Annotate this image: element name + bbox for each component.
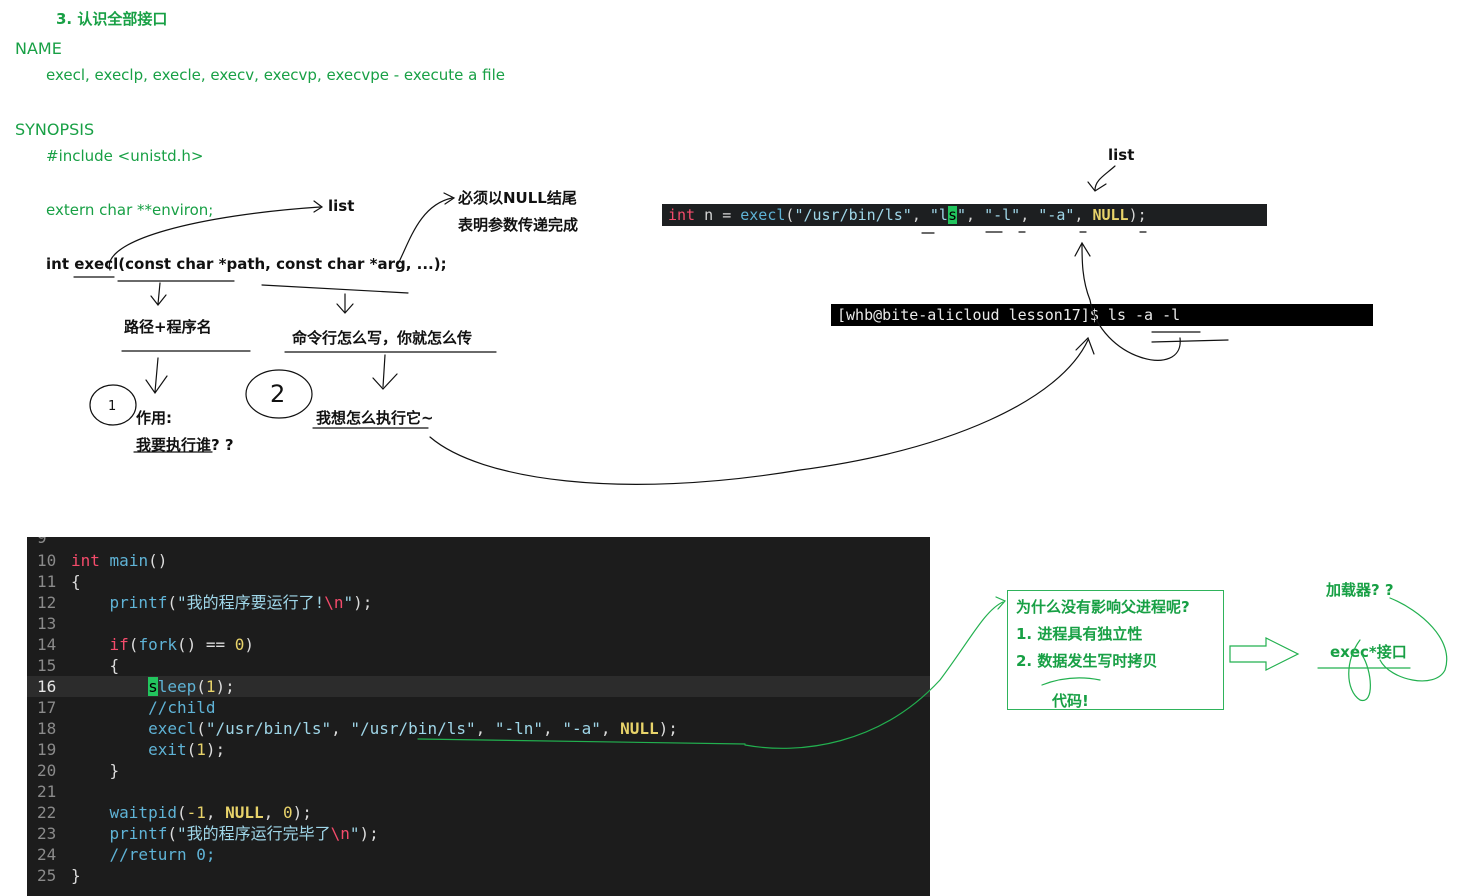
code-line: } <box>71 761 120 780</box>
line-number: 20 <box>37 761 57 780</box>
code-line: { <box>71 572 81 591</box>
arrow-down-how <box>382 354 386 388</box>
loader-note: 加载器? ? <box>1326 581 1394 599</box>
editor-row-current: 16 sleep(1); <box>27 676 930 697</box>
editor-row: 17 //child <box>27 697 930 718</box>
list-label-right: list <box>1108 146 1135 164</box>
arrow-down-purpose <box>154 357 159 393</box>
execl-code-snippet: int n = execl("/usr/bin/ls", "ls", "-l",… <box>662 204 1267 226</box>
cmdline-label: 命令行怎么写，你就怎么传 <box>292 329 473 347</box>
editor-row: 11 { <box>27 571 930 592</box>
editor-row: 15 { <box>27 655 930 676</box>
exec-interface-note: exec*接口 <box>1330 643 1407 661</box>
code-line: printf("我的程序运行完毕了\n"); <box>109 824 379 843</box>
reason-1-note: 1. 进程具有独立性 <box>1016 625 1143 643</box>
line-number: 21 <box>37 782 57 801</box>
null-note-line1: 必须以NULL结尾 <box>458 189 577 207</box>
line-number: 13 <box>37 614 57 633</box>
code-line: execl("/usr/bin/ls", "/usr/bin/ls", "-ln… <box>148 719 678 738</box>
list-label-left: list <box>328 197 355 215</box>
line-number: 12 <box>37 593 57 612</box>
name-header: NAME <box>15 39 62 58</box>
code-line: printf("我的程序要运行了!\n"); <box>109 593 373 612</box>
name-text: execl, execlp, execle, execv, execvp, ex… <box>46 66 505 84</box>
question-note: 为什么没有影响父进程呢? <box>1016 598 1190 616</box>
line-number: 10 <box>37 551 57 570</box>
editor-row: 18 execl("/usr/bin/ls", "/usr/bin/ls", "… <box>27 718 930 739</box>
line-number: 23 <box>37 824 57 843</box>
code-line: int main() <box>71 551 168 570</box>
code-editor: 9 10 int main() 11 { 12 printf("我的程序要运行了… <box>27 537 930 896</box>
execl-signature: int execl(const char *path, const char *… <box>46 255 447 273</box>
editor-row: 24 //return 0; <box>27 844 930 865</box>
code-note: 代码! <box>1052 692 1089 710</box>
line-number: 9 <box>37 537 47 547</box>
who-label: 我要执行谁? ? <box>136 436 234 454</box>
line-number: 11 <box>37 572 57 591</box>
line-number: 17 <box>37 698 57 717</box>
line-number: 16 <box>37 677 57 696</box>
line-number: 19 <box>37 740 57 759</box>
code-line: if(fork() == 0) <box>109 635 255 654</box>
circle-number-1: 1 <box>108 399 117 414</box>
editor-row: 25 } <box>27 865 930 886</box>
arrow-list-right <box>1094 165 1116 191</box>
null-note-line2: 表明参数传递完成 <box>458 216 579 234</box>
editor-row: 19 exit(1); <box>27 739 930 760</box>
editor-row: 20 } <box>27 760 930 781</box>
editor-row: 13 <box>27 613 930 634</box>
line-number: 22 <box>37 803 57 822</box>
code-line: sleep(1); <box>148 677 235 696</box>
editor-row: 22 waitpid(-1, NULL, 0); <box>27 802 930 823</box>
line-number: 15 <box>37 656 57 675</box>
code-line: waitpid(-1, NULL, 0); <box>109 803 312 822</box>
editor-row: 9 <box>27 537 930 548</box>
line-number: 24 <box>37 845 57 864</box>
line-number: 18 <box>37 719 57 738</box>
code-line: //return 0; <box>71 845 216 864</box>
circle-number-2: 2 <box>270 380 286 408</box>
editor-row: 23 printf("我的程序运行完毕了\n"); <box>27 823 930 844</box>
include-line: #include <unistd.h> <box>46 147 204 165</box>
underline-args <box>261 284 409 294</box>
how-label: 我想怎么执行它~ <box>316 409 434 427</box>
editor-row: 10 int main() <box>27 550 930 571</box>
line-number: 25 <box>37 866 57 885</box>
extern-line: extern char **environ; <box>46 201 214 219</box>
arrow-down-path <box>157 282 161 305</box>
arrow-terminal-to-code <box>1081 243 1181 361</box>
path-label: 路径+程序名 <box>124 318 212 336</box>
section-title: 3. 认识全部接口 <box>56 10 168 28</box>
code-line: } <box>71 866 81 885</box>
purpose-label: 作用: <box>136 409 172 427</box>
code-line: exit(1); <box>148 740 226 759</box>
line-number: 14 <box>37 635 57 654</box>
editor-row: 14 if(fork() == 0) <box>27 634 930 655</box>
editor-row: 21 <box>27 781 930 802</box>
hollow-arrow <box>1229 637 1300 671</box>
code-line: //child <box>71 698 216 717</box>
arrow-how-to-terminal <box>429 339 1089 485</box>
reason-2-note: 2. 数据发生写时拷贝 <box>1016 652 1158 670</box>
editor-row: 12 printf("我的程序要运行了!\n"); <box>27 592 930 613</box>
terminal-prompt: [whb@bite-alicloud lesson17]$ ls -a -l <box>831 304 1373 326</box>
synopsis-header: SYNOPSIS <box>15 120 95 139</box>
code-line: { <box>71 656 120 675</box>
